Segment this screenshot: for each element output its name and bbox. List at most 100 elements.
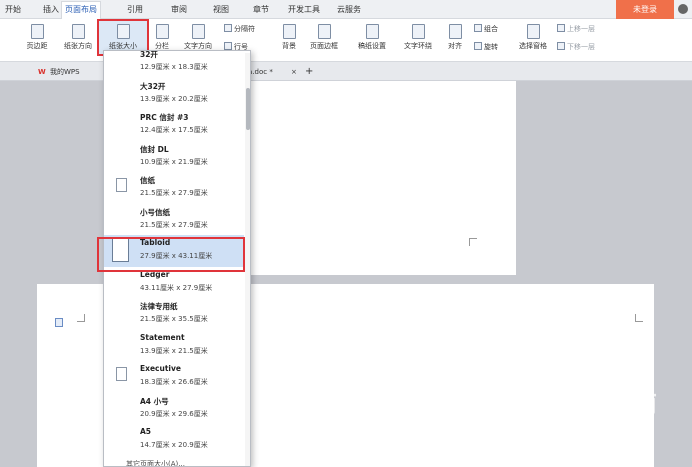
paper-size-option[interactable]: PRC 信封 #3 12.4厘米 x 17.5厘米 [104,109,244,141]
group-button[interactable]: 组合 [474,24,498,34]
selection-pane-button[interactable]: 选择窗格 [514,24,552,51]
wps-logo-icon: W [38,68,46,76]
tab-review[interactable]: 审阅 [168,2,190,17]
add-tab-icon[interactable]: + [305,64,313,80]
text-wrap-icon [411,24,425,39]
rotate-icon [474,42,482,50]
paper-size-name: 小号信纸 [140,207,170,217]
page-corner-mark [77,314,85,322]
paper-size-name: 信纸 [140,176,155,185]
columns-icon [155,24,169,39]
bring-forward-button[interactable]: 上移一层 [557,24,595,34]
paper-size-name: 大32开 [140,81,166,91]
paper-size-option[interactable]: A5 14.7厘米 x 20.9厘米 [104,424,244,456]
paper-size-icon [116,24,130,39]
margins-button[interactable]: 页边距 [22,24,52,51]
orientation-button[interactable]: 纸张方向 [60,24,96,51]
paper-size-dimensions: 43.11厘米 x 27.9厘米 [140,283,213,292]
paper-size-dimensions: 21.5厘米 x 27.9厘米 [140,220,208,229]
page-border-icon [317,24,331,39]
tabloid-highlight [97,237,245,272]
paper-size-option[interactable]: Statement 13.9厘米 x 21.5厘米 [104,330,244,362]
scrollbar-thumb[interactable] [246,88,250,130]
paper-size-dimensions: 13.9厘米 x 20.2厘米 [140,94,208,103]
paper-size-option[interactable]: 大32开 13.9厘米 x 20.2厘米 [104,78,244,110]
selection-pane-label: 选择窗格 [519,42,547,50]
paper-size-name: Executive [140,364,181,373]
paper-size-dimensions: 21.5厘米 x 35.5厘米 [140,315,208,323]
page-corner-mark [635,314,643,322]
page-icon [116,367,127,381]
tab-cloud-services[interactable]: 云服务 [335,2,363,17]
tab-start[interactable]: 开始 [2,2,24,17]
paper-size-option[interactable]: 信纸 21.5厘米 x 27.9厘米 [104,172,244,204]
watermark-text: 搜狗指南 [555,390,659,418]
paper-size-option[interactable]: 小号信纸 21.5厘米 x 27.9厘米 [104,204,244,236]
settings-icon[interactable] [678,4,688,14]
send-backward-label: 下移一层 [567,43,595,51]
tab-document[interactable]: a.doc * [248,64,273,80]
align-label: 对齐 [448,42,462,50]
breaks-label: 分隔符 [234,25,255,33]
more-paper-sizes-option[interactable]: 其它页面大小(A)... [104,459,250,466]
text-wrap-button[interactable]: 文字环绕 [400,24,436,51]
paper-size-button[interactable]: 纸张大小 [102,24,144,51]
sogou-logo-icon [514,378,552,416]
tab-view[interactable]: 视图 [210,2,232,17]
paper-size-dimensions: 20.9厘米 x 29.6厘米 [140,409,208,418]
manuscript-label: 稿纸设置 [358,42,386,50]
paper-size-name: 信封 DL [140,144,169,154]
paper-size-option[interactable]: 32开 12.9厘米 x 18.3厘米 [104,51,244,78]
columns-button[interactable]: 分栏 [150,24,174,51]
paper-size-dimensions: 12.4厘米 x 17.5厘米 [140,126,208,134]
margins-label: 页边距 [26,42,48,50]
paper-size-option[interactable]: Executive 18.3厘米 x 26.6厘米 [104,361,244,393]
background-icon [282,24,296,39]
text-direction-button[interactable]: 文字方向 [178,24,218,51]
page-corner-mark [469,238,477,246]
align-icon [448,24,462,39]
login-button[interactable]: 未登录 [616,0,674,19]
background-button[interactable]: 背景 [276,24,302,51]
tab-developer[interactable]: 开发工具 [287,2,321,17]
tab-references[interactable]: 引用 [124,2,146,17]
page-border-button[interactable]: 页面边框 [306,24,342,51]
document-page-1[interactable] [251,81,516,275]
rotate-button[interactable]: 旋转 [474,42,498,52]
breaks-button[interactable]: 分隔符 [224,24,255,34]
paper-size-option[interactable]: A4 小号 20.9厘米 x 29.6厘米 [104,393,244,425]
close-tab-icon[interactable]: × [291,64,297,80]
paper-size-dimensions: 12.9厘米 x 18.3厘米 [140,63,208,71]
group-label: 组合 [484,25,498,33]
manuscript-settings-button[interactable]: 稿纸设置 [354,24,390,51]
send-backward-button[interactable]: 下移一层 [557,42,595,52]
paper-size-name: PRC 信封 #3 [140,113,189,122]
paper-size-dimensions: 14.7厘米 x 20.9厘米 [140,441,208,449]
orientation-label: 纸张方向 [64,42,92,50]
manuscript-icon [365,24,379,39]
background-label: 背景 [282,42,296,50]
tab-my-wps[interactable]: 我的WPS [50,64,80,80]
orientation-icon [71,24,85,39]
align-button[interactable]: 对齐 [442,24,468,51]
paste-options-icon[interactable] [55,318,63,327]
paper-size-name: 法律专用纸 [140,302,178,311]
paper-size-dimensions: 21.5厘米 x 27.9厘米 [140,189,208,197]
group-icon [474,24,482,32]
text-direction-icon [191,24,205,39]
menu-bar: 开始 插入 页面布局 引用 审阅 视图 章节 开发工具 云服务 未登录 [0,0,692,20]
tab-insert[interactable]: 插入 [40,2,62,17]
breaks-icon [224,24,232,32]
paper-size-option[interactable]: 信封 DL 10.9厘米 x 21.9厘米 [104,141,244,173]
page-border-label: 页面边框 [310,42,338,50]
selection-pane-icon [526,24,540,39]
margins-icon [30,24,44,39]
tab-page-layout[interactable]: 页面布局 [61,1,101,20]
line-numbers-icon [224,42,232,50]
paper-size-dimensions: 10.9厘米 x 21.9厘米 [140,157,208,166]
page-icon [116,178,127,192]
send-backward-icon [557,42,565,50]
paper-size-option[interactable]: 法律专用纸 21.5厘米 x 35.5厘米 [104,298,244,330]
bring-forward-label: 上移一层 [567,25,595,33]
tab-sections[interactable]: 章节 [250,2,272,17]
